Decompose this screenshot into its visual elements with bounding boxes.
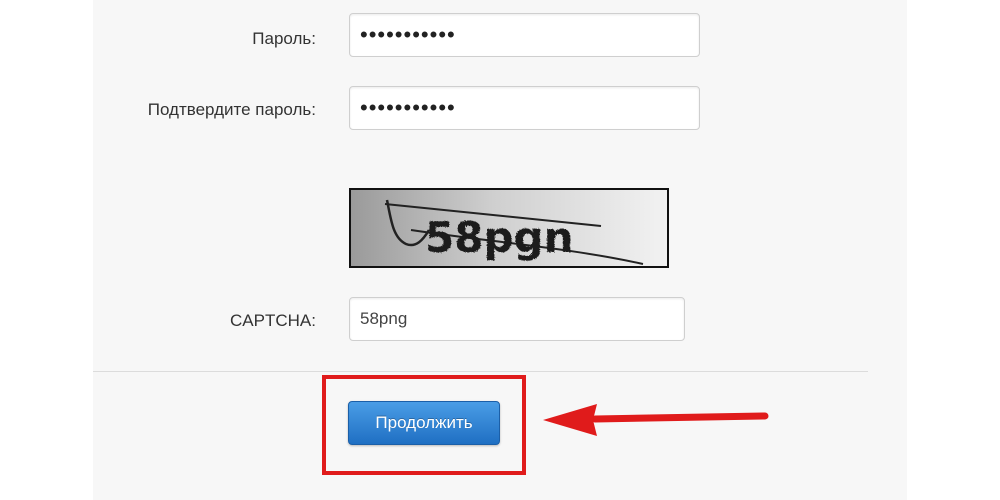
continue-button[interactable]: Продолжить — [348, 401, 500, 445]
form-divider — [93, 371, 868, 372]
password-field[interactable] — [349, 13, 700, 57]
registration-page: Пароль: Подтвердите пароль: 58pgn — [0, 0, 1000, 500]
confirm-password-label: Подтвердите пароль: — [147, 100, 316, 119]
password-label: Пароль: — [252, 29, 316, 48]
captcha-input[interactable] — [349, 297, 685, 341]
captcha-image-text: 58pgn — [425, 213, 573, 262]
confirm-password-field[interactable] — [349, 86, 700, 130]
captcha-label: CAPTCHA: — [230, 311, 316, 330]
captcha-image: 58pgn — [349, 188, 669, 268]
red-arrow-icon — [543, 404, 769, 436]
